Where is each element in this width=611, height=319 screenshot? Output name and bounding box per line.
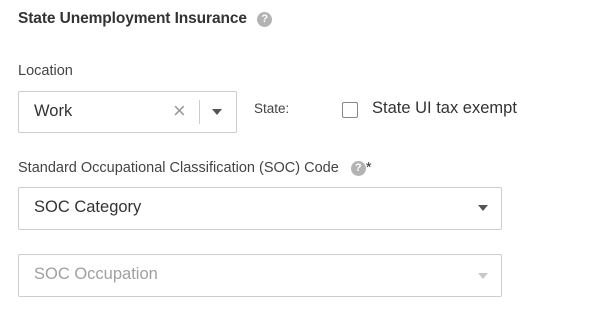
chevron-down-icon[interactable] (212, 109, 222, 115)
soc-category-select[interactable]: SOC Category (18, 187, 502, 230)
soc-category-value: SOC Category (34, 198, 142, 216)
required-marker: * (365, 159, 372, 176)
soc-occupation-value: SOC Occupation (34, 265, 158, 283)
section-title-text: State Unemployment Insurance (18, 10, 247, 27)
soc-code-label-text: Standard Occupational Classification (SO… (18, 160, 339, 176)
chevron-down-icon[interactable] (478, 205, 488, 211)
select-divider (199, 100, 200, 124)
clear-icon[interactable]: × (173, 100, 186, 122)
soc-occupation-select[interactable]: SOC Occupation (18, 254, 502, 297)
tax-exempt-checkbox[interactable] (342, 102, 358, 118)
help-icon[interactable]: ? (350, 161, 366, 176)
help-icon[interactable]: ? (257, 12, 273, 27)
chevron-down-icon (478, 273, 488, 279)
soc-code-label: Standard Occupational Classification (SO… (18, 159, 372, 176)
location-label: Location (18, 63, 73, 79)
state-label: State: (254, 101, 290, 116)
location-select-value: Work (34, 102, 73, 120)
section-title: State Unemployment Insurance ? (18, 10, 273, 28)
location-select[interactable]: Work × (18, 91, 237, 133)
tax-exempt-label[interactable]: State UI tax exempt (372, 99, 517, 118)
